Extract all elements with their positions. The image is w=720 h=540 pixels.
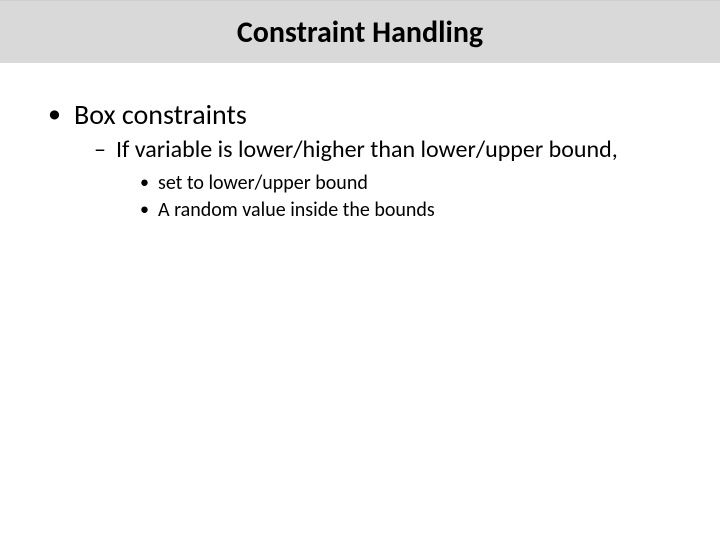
slide: Constraint Handling Box constraints If v… [0,0,720,540]
bullet-list-level3: set to lower/upper bound A random value … [116,171,674,223]
bullet-text: Box constraints [74,97,247,132]
slide-title: Constraint Handling [237,14,483,51]
list-item: Box constraints If variable is lower/hig… [46,97,674,223]
bullet-text: A random value inside the bounds [158,198,435,222]
bullet-text: If variable is lower/higher than lower/u… [116,135,618,164]
slide-body: Box constraints If variable is lower/hig… [0,63,720,223]
list-item: set to lower/upper bound [140,171,674,196]
list-item: If variable is lower/higher than lower/u… [94,136,674,223]
bullet-list-level1: Box constraints If variable is lower/hig… [46,97,674,223]
bullet-text: set to lower/upper bound [158,171,368,195]
title-bar: Constraint Handling [0,0,720,63]
bullet-list-level2: If variable is lower/higher than lower/u… [74,136,674,223]
list-item: A random value inside the bounds [140,198,674,223]
